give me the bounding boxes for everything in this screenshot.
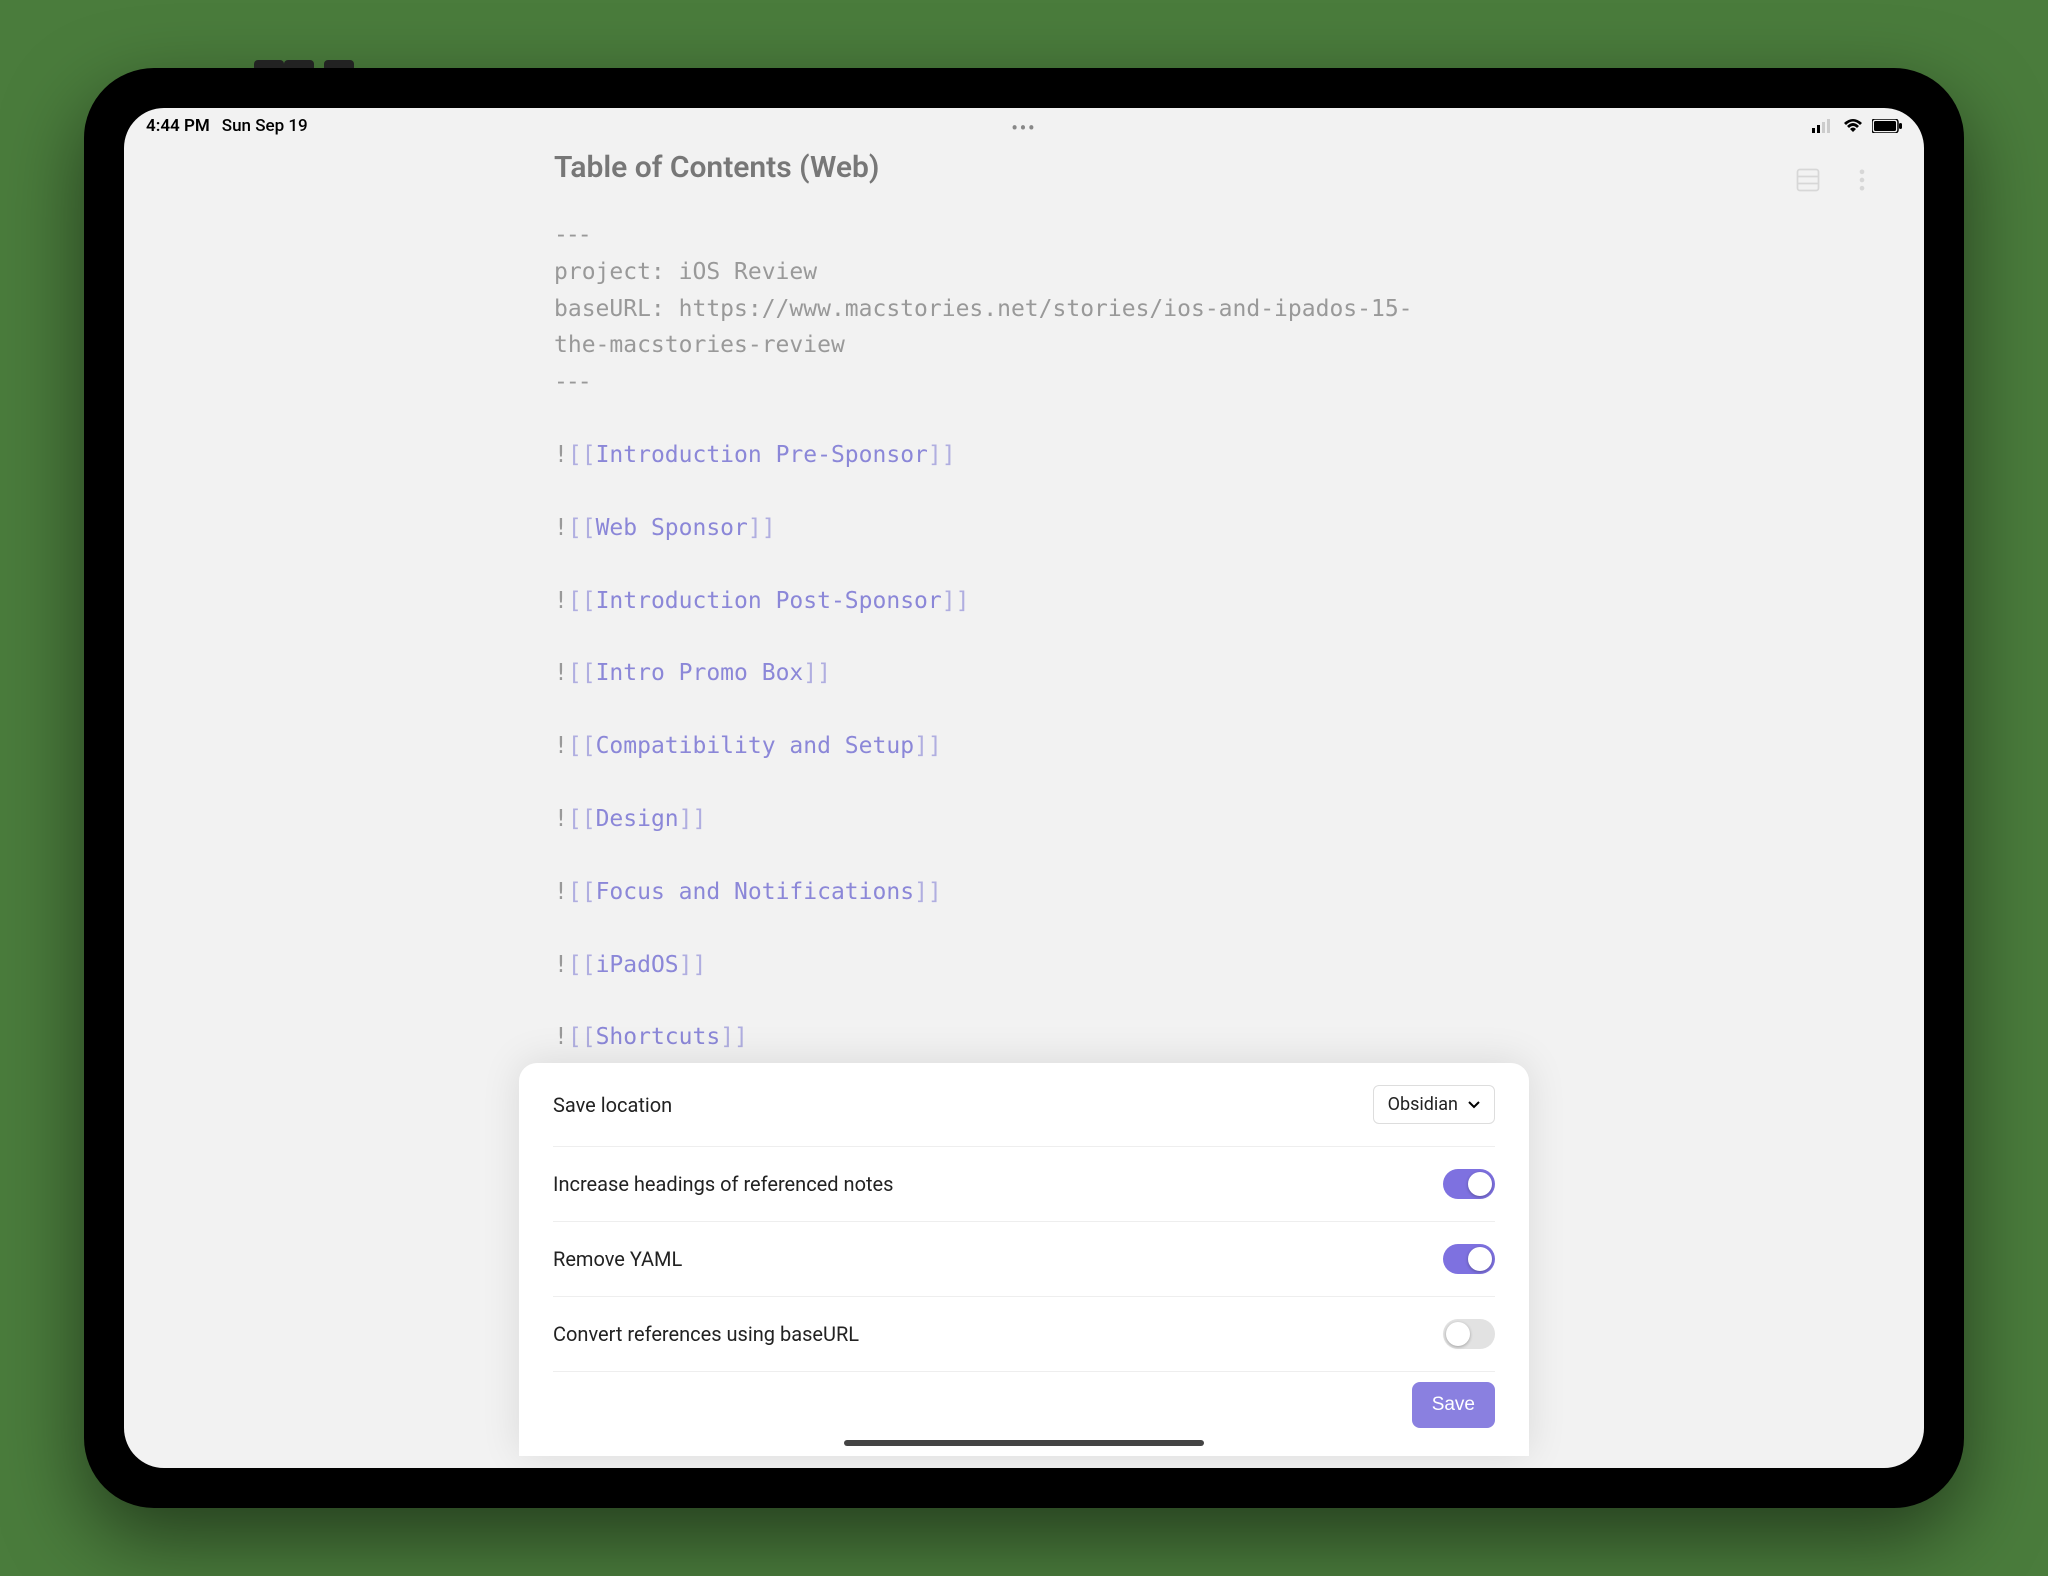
save-location-label: Save location xyxy=(553,1093,672,1117)
save-button[interactable]: Save xyxy=(1412,1382,1495,1428)
wifi-icon xyxy=(1842,118,1864,134)
remove-yaml-label: Remove YAML xyxy=(553,1247,682,1271)
embed-link[interactable]: ![[Focus and Notifications]] xyxy=(554,874,1454,911)
embed-link[interactable]: ![[Shortcuts]] xyxy=(554,1019,1454,1056)
options-sheet: Save location Obsidian Increase headings… xyxy=(519,1063,1529,1456)
convert-refs-toggle[interactable] xyxy=(1443,1319,1495,1349)
embed-link[interactable]: ![[Intro Promo Box]] xyxy=(554,655,1454,692)
document-title: Table of Contents (Web) xyxy=(554,150,1844,185)
yaml-close: --- xyxy=(554,364,1454,401)
embed-link[interactable]: ![[Introduction Pre-Sponsor]] xyxy=(554,437,1454,474)
chevron-down-icon xyxy=(1468,1101,1480,1109)
yaml-project: project: iOS Review xyxy=(554,254,1454,291)
ipad-device-frame: 4:44 PM Sun Sep 19 ••• Table of Contents… xyxy=(84,68,1964,1508)
document-body[interactable]: --- project: iOS Review baseURL: https:/… xyxy=(554,217,1454,1129)
more-icon[interactable] xyxy=(1848,166,1876,194)
increase-headings-label: Increase headings of referenced notes xyxy=(553,1172,893,1196)
embed-link[interactable]: ![[Compatibility and Setup]] xyxy=(554,728,1454,765)
status-date: Sun Sep 19 xyxy=(222,116,308,136)
status-bar: 4:44 PM Sun Sep 19 ••• xyxy=(124,108,1924,136)
home-indicator[interactable] xyxy=(844,1440,1204,1446)
save-location-row: Save location Obsidian xyxy=(553,1063,1495,1147)
remove-yaml-row: Remove YAML xyxy=(553,1222,1495,1297)
status-time: 4:44 PM xyxy=(146,116,210,136)
battery-icon xyxy=(1872,119,1902,133)
yaml-open: --- xyxy=(554,217,1454,254)
increase-headings-toggle[interactable] xyxy=(1443,1169,1495,1199)
convert-refs-label: Convert references using baseURL xyxy=(553,1322,859,1346)
remove-yaml-toggle[interactable] xyxy=(1443,1244,1495,1274)
embed-link[interactable]: ![[Design]] xyxy=(554,801,1454,838)
outline-icon[interactable] xyxy=(1794,166,1822,194)
save-location-dropdown[interactable]: Obsidian xyxy=(1373,1085,1495,1124)
signal-icon xyxy=(1812,119,1834,133)
embed-link[interactable]: ![[Introduction Post-Sponsor]] xyxy=(554,583,1454,620)
status-icons xyxy=(1812,118,1902,134)
embed-link[interactable]: ![[iPadOS]] xyxy=(554,947,1454,984)
embed-link[interactable]: ![[Web Sponsor]] xyxy=(554,510,1454,547)
screen: 4:44 PM Sun Sep 19 ••• Table of Contents… xyxy=(124,108,1924,1468)
editor-area[interactable]: Table of Contents (Web) --- project: iOS… xyxy=(124,136,1924,1456)
increase-headings-row: Increase headings of referenced notes xyxy=(553,1147,1495,1222)
yaml-baseurl: baseURL: https://www.macstories.net/stor… xyxy=(554,291,1454,365)
convert-refs-row: Convert references using baseURL xyxy=(553,1297,1495,1372)
